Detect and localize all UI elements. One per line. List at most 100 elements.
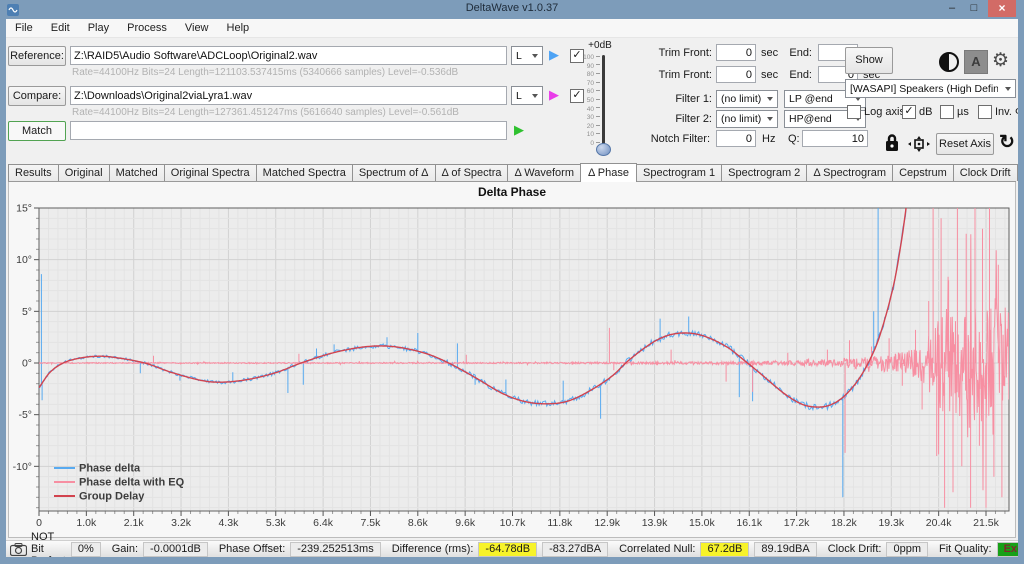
menu-play[interactable]: Play bbox=[79, 20, 118, 37]
x-axis-tick-label: 15.0k bbox=[689, 517, 715, 529]
play-compare-icon[interactable]: ▶ bbox=[549, 88, 559, 102]
q-input[interactable] bbox=[802, 130, 868, 147]
menu-help[interactable]: Help bbox=[218, 20, 259, 37]
tab-spectrogram-1[interactable]: Spectrogram 1 bbox=[636, 164, 722, 181]
difference-db-value: -64.78dB bbox=[478, 542, 537, 557]
us-checkbox[interactable] bbox=[940, 105, 954, 119]
volume-tick: 20 bbox=[574, 123, 600, 131]
tab-delta-of-spectra[interactable]: Δ of Spectra bbox=[435, 164, 509, 181]
contrast-icon[interactable] bbox=[938, 51, 960, 78]
log-axis-checkbox[interactable] bbox=[847, 105, 861, 119]
maximize-button[interactable]: □ bbox=[964, 0, 984, 17]
filter-1-limit-select[interactable]: (no limit) bbox=[716, 90, 778, 108]
x-axis-tick-label: 10.7k bbox=[500, 517, 526, 529]
status-bar: NOT Bit Perfect 0% Gain: -0.0001dB Phase… bbox=[6, 540, 1018, 557]
phase-offset-value: -239.252513ms bbox=[290, 542, 380, 557]
chevron-down-icon bbox=[528, 94, 542, 98]
notch-filter-label: Notch Filter: bbox=[600, 133, 710, 145]
x-axis-tick-label: 20.4k bbox=[926, 517, 952, 529]
pan-icon[interactable] bbox=[908, 136, 930, 157]
notch-filter-input[interactable] bbox=[716, 130, 756, 147]
compare-path-input[interactable] bbox=[70, 86, 507, 105]
tab-spectrum-of-delta[interactable]: Spectrum of Δ bbox=[352, 164, 436, 181]
log-axis-label: Log axis bbox=[864, 106, 905, 118]
title-bar[interactable]: DeltaWave v1.0.37 – □ × bbox=[0, 0, 1024, 19]
tab-delta-spectrogram[interactable]: Δ Spectrogram bbox=[806, 164, 893, 181]
volume-tick: 100 bbox=[574, 54, 600, 62]
tab-matched[interactable]: Matched bbox=[109, 164, 165, 181]
refresh-icon[interactable]: ↻ bbox=[999, 131, 1015, 154]
tab-delta-waveform[interactable]: Δ Waveform bbox=[507, 164, 581, 181]
x-axis-tick-label: 11.8k bbox=[547, 517, 573, 529]
gear-icon[interactable]: ⚙ bbox=[992, 49, 1009, 72]
chevron-down-icon bbox=[528, 54, 542, 58]
filter-2-limit-select[interactable]: (no limit) bbox=[716, 110, 778, 128]
minimize-button[interactable]: – bbox=[942, 0, 962, 17]
show-button[interactable]: Show bbox=[845, 47, 893, 74]
y-axis-tick-label: 10° bbox=[16, 254, 32, 266]
y-axis-tick-label: 0° bbox=[22, 358, 32, 370]
inv-phi-checkbox[interactable] bbox=[978, 105, 992, 119]
reference-channel-value: L bbox=[516, 50, 522, 62]
window-title: DeltaWave v1.0.37 bbox=[0, 2, 1024, 14]
match-input[interactable] bbox=[70, 121, 507, 140]
window-border-right bbox=[1018, 19, 1024, 564]
gain-value: -0.0001dB bbox=[143, 542, 208, 557]
x-axis-tick-label: 8.6k bbox=[408, 517, 429, 529]
reference-button[interactable]: Reference: bbox=[8, 46, 66, 66]
tab-original[interactable]: Original bbox=[58, 164, 110, 181]
x-axis-tick-label: 9.6k bbox=[455, 517, 476, 529]
menu-process[interactable]: Process bbox=[118, 20, 176, 37]
trim-front-2-label: Trim Front: bbox=[612, 69, 712, 81]
tab-cepstrum[interactable]: Cepstrum bbox=[892, 164, 954, 181]
x-axis-tick-label: 1.0k bbox=[76, 517, 97, 529]
volume-tick: 70 bbox=[574, 80, 600, 88]
match-button[interactable]: Match bbox=[8, 121, 66, 141]
x-axis-tick-label: 13.9k bbox=[642, 517, 668, 529]
volume-tick: 80 bbox=[574, 71, 600, 79]
play-match-icon[interactable]: ▶ bbox=[514, 123, 524, 137]
y-axis-tick-label: 5° bbox=[22, 306, 32, 318]
tab-original-spectra[interactable]: Original Spectra bbox=[164, 164, 257, 181]
y-axis-tick-label: -10° bbox=[13, 461, 32, 473]
tab-results[interactable]: Results bbox=[8, 164, 59, 181]
audio-device-value: [WASAPI] Speakers (High Definition Audio bbox=[850, 83, 998, 95]
tab-spectrogram-2[interactable]: Spectrogram 2 bbox=[721, 164, 807, 181]
difference-dba-value: -83.27dBA bbox=[542, 542, 608, 557]
db-label: dB bbox=[919, 106, 932, 118]
tab-bar: Results Original Matched Original Spectr… bbox=[8, 163, 1016, 182]
reset-axis-button[interactable]: Reset Axis bbox=[936, 133, 994, 155]
compare-details: Rate=44100Hz Bits=24 Length=127361.45124… bbox=[72, 107, 459, 118]
volume-tick: 90 bbox=[574, 63, 600, 71]
menu-edit[interactable]: Edit bbox=[42, 20, 79, 37]
menu-view[interactable]: View bbox=[176, 20, 218, 37]
autoscale-button[interactable]: A bbox=[964, 50, 988, 74]
menu-file[interactable]: File bbox=[6, 20, 42, 37]
correlated-null-label: Correlated Null: bbox=[619, 543, 695, 555]
window-border-left bbox=[0, 19, 6, 564]
reference-path-input[interactable] bbox=[70, 46, 507, 65]
compare-channel-select[interactable]: L bbox=[511, 86, 543, 105]
trim-front-1-input[interactable] bbox=[716, 44, 756, 61]
q-label: Q: bbox=[788, 133, 800, 145]
tab-clock-drift[interactable]: Clock Drift bbox=[953, 164, 1018, 181]
tab-matched-spectra[interactable]: Matched Spectra bbox=[256, 164, 353, 181]
audio-device-select[interactable]: [WASAPI] Speakers (High Definition Audio bbox=[845, 79, 1016, 98]
trim-front-2-input[interactable] bbox=[716, 66, 756, 83]
camera-icon[interactable] bbox=[10, 543, 27, 556]
chevron-down-icon bbox=[763, 117, 777, 121]
trim-front-1-label: Trim Front: bbox=[612, 47, 712, 59]
deltawave-window: DeltaWave v1.0.37 – □ × File Edit Play P… bbox=[0, 0, 1024, 564]
db-checkbox[interactable]: ✓ bbox=[902, 105, 916, 119]
x-axis-tick-label: 3.2k bbox=[171, 517, 192, 529]
volume-tick: 30 bbox=[574, 114, 600, 122]
compare-button[interactable]: Compare: bbox=[8, 86, 66, 106]
chevron-down-icon bbox=[763, 97, 777, 101]
tab-delta-phase[interactable]: Δ Phase bbox=[580, 163, 637, 182]
reference-channel-select[interactable]: L bbox=[511, 46, 543, 65]
lock-icon[interactable] bbox=[884, 133, 900, 158]
trim-end-2-label: End: bbox=[772, 69, 812, 81]
delta-phase-chart[interactable]: 01.0k2.1k3.2k4.3k5.3k6.4k7.5k8.6k9.6k10.… bbox=[9, 202, 1015, 536]
play-reference-icon[interactable]: ▶ bbox=[549, 48, 559, 62]
close-button[interactable]: × bbox=[988, 0, 1016, 17]
